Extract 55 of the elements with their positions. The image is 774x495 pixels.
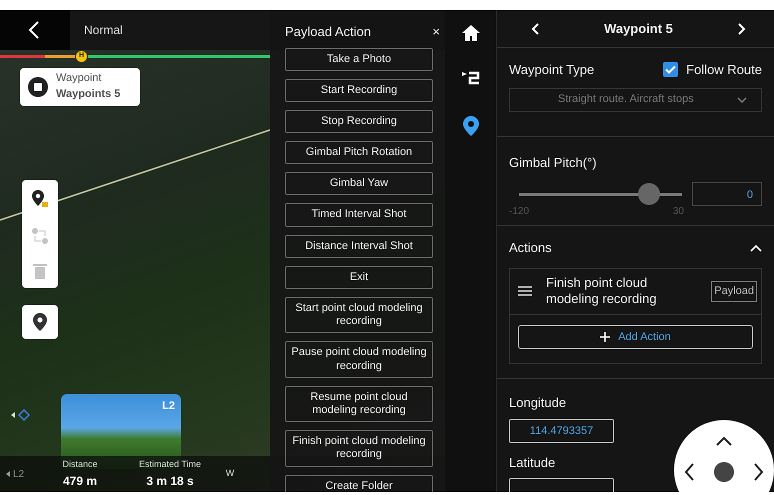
payload-action-button[interactable]: Timed Interval Shot (285, 203, 433, 227)
center-dot-icon[interactable] (714, 462, 734, 482)
section-title: Actions (509, 239, 552, 257)
range-min: -120 (509, 205, 530, 219)
drag-handle-icon[interactable] (518, 286, 532, 296)
waypoint-count: Waypoints 5 (56, 87, 120, 102)
lens-label: L2 (162, 399, 175, 414)
action-item[interactable]: Finish point cloud modeling recording Payload (510, 268, 761, 316)
checkbox-label: Follow Route (686, 61, 762, 79)
flight-mode[interactable]: Normal (70, 10, 270, 50)
location-button[interactable] (22, 305, 58, 339)
back-icon[interactable] (28, 20, 40, 40)
payload-action-button[interactable]: Stop Recording (285, 110, 433, 134)
left-caret-icon (6, 471, 10, 477)
checkbox[interactable] (663, 62, 678, 78)
action-name: Finish point cloud modeling recording (546, 274, 658, 308)
waypoint-card[interactable]: Waypoint Waypoints 5 (20, 68, 140, 106)
payload-action-button[interactable]: Resume point cloud modeling recording (285, 386, 433, 422)
next-icon[interactable] (738, 22, 746, 34)
pitch-input[interactable]: 0 (692, 182, 762, 206)
panel-title: Waypoint 5 (604, 20, 673, 38)
payload-action-button[interactable]: Pause point cloud modeling recording (285, 341, 433, 378)
chevron-up-icon[interactable] (750, 244, 762, 252)
home-icon[interactable] (460, 24, 480, 42)
payload-action-button[interactable]: Exit (285, 266, 433, 289)
field-label: Waypoint Type (509, 61, 594, 79)
waypoint-label: Waypoint (56, 71, 102, 86)
payload-action-button[interactable]: Take a Photo (285, 48, 433, 71)
field-label: Gimbal Pitch(°) (509, 154, 598, 172)
pin-lock-icon[interactable] (31, 189, 49, 209)
chevron-down-icon (737, 96, 747, 102)
payload-action-button[interactable]: Gimbal Pitch Rotation (285, 141, 433, 164)
payload-action-button[interactable]: Distance Interval Shot (285, 234, 433, 258)
add-action-button[interactable]: Add Action (518, 325, 753, 350)
pin-icon[interactable] (462, 116, 478, 136)
range-max: 30 (672, 205, 684, 219)
payload-action-button[interactable]: Create Folder (285, 474, 433, 492)
payload-action-button[interactable]: Start point cloud modeling recording (285, 297, 433, 334)
slider-thumb[interactable] (638, 182, 660, 204)
pin-icon (33, 313, 47, 331)
stat-label: W (224, 467, 236, 480)
stat-value: 3 m 18 s (145, 472, 195, 490)
payload-action-button[interactable]: Start Recording (285, 78, 433, 102)
field-label: Longitude (509, 394, 566, 412)
previous-icon[interactable] (531, 22, 539, 34)
stat-label: Distance (61, 458, 98, 472)
longitude-field[interactable]: 114.4793357 (509, 418, 614, 443)
stat-value: 479 m (62, 472, 98, 490)
payload-action-button[interactable]: Gimbal Yaw (285, 172, 433, 196)
close-button[interactable]: × (432, 22, 440, 42)
panel-title: Payload Action (285, 23, 372, 41)
payload-action-button[interactable]: Finish point cloud modeling recording (285, 430, 433, 466)
action-tag: Payload (711, 281, 757, 302)
plus-icon (600, 332, 610, 342)
field-label: Latitude (509, 454, 556, 472)
